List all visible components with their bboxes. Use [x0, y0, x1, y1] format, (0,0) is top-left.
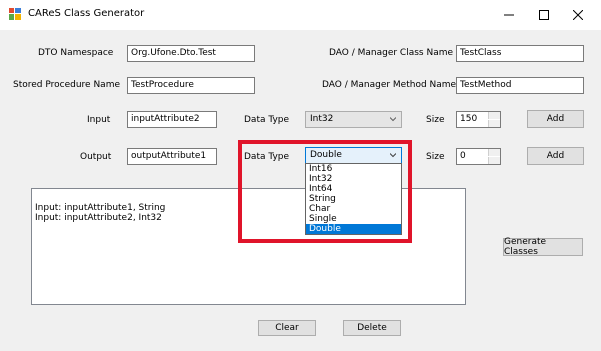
stepper-up-icon[interactable]: [488, 149, 500, 156]
stepper-up-icon[interactable]: [488, 112, 500, 119]
input-data-type-select[interactable]: Int32: [305, 111, 402, 128]
stepper-down-icon[interactable]: [488, 157, 500, 164]
input-size-label: Size: [426, 115, 445, 125]
window-title: CAReS Class Generator: [28, 8, 145, 19]
output-attribute-input[interactable]: outputAttribute1: [127, 148, 217, 165]
close-icon: [573, 10, 583, 20]
output-label: Output: [80, 152, 112, 162]
app-icon: [9, 8, 21, 20]
input-data-type-value: Int32: [310, 114, 334, 124]
stored-procedure-input[interactable]: TestProcedure: [127, 77, 255, 94]
output-size-stepper[interactable]: 0: [456, 148, 501, 165]
annotation-highlight-box: [238, 140, 412, 243]
input-attribute-input[interactable]: inputAttribute2: [127, 111, 217, 128]
input-label: Input: [87, 115, 111, 125]
input-size-stepper[interactable]: 150: [456, 111, 501, 128]
clear-button[interactable]: Clear: [258, 320, 316, 336]
output-size-value: 0: [460, 151, 466, 161]
input-data-type-label: Data Type: [244, 115, 290, 125]
generate-classes-button[interactable]: Generate Classes: [503, 237, 583, 257]
stored-procedure-label: Stored Procedure Name: [13, 80, 120, 90]
minimize-icon: [504, 14, 514, 16]
stepper-down-icon[interactable]: [488, 120, 500, 127]
close-button[interactable]: [555, 0, 601, 30]
dto-namespace-label: DTO Namespace: [38, 48, 114, 58]
output-add-button[interactable]: Add: [527, 147, 584, 165]
maximize-icon: [539, 10, 549, 20]
dto-namespace-input[interactable]: Org.Ufone.Dto.Test: [127, 45, 255, 62]
dao-method-input[interactable]: TestMethod: [456, 77, 584, 94]
dao-method-label: DAO / Manager Method Name: [322, 80, 457, 90]
dao-class-input[interactable]: TestClass: [456, 45, 584, 62]
delete-button[interactable]: Delete: [343, 320, 401, 336]
app-window: CAReS Class Generator DTO Namespace Org.…: [0, 0, 601, 351]
output-size-label: Size: [426, 152, 445, 162]
dao-class-label: DAO / Manager Class Name: [329, 48, 454, 58]
input-size-value: 150: [460, 114, 478, 124]
title-bar: CAReS Class Generator: [0, 0, 601, 30]
chevron-down-icon: [390, 117, 396, 122]
input-add-button[interactable]: Add: [527, 110, 584, 128]
